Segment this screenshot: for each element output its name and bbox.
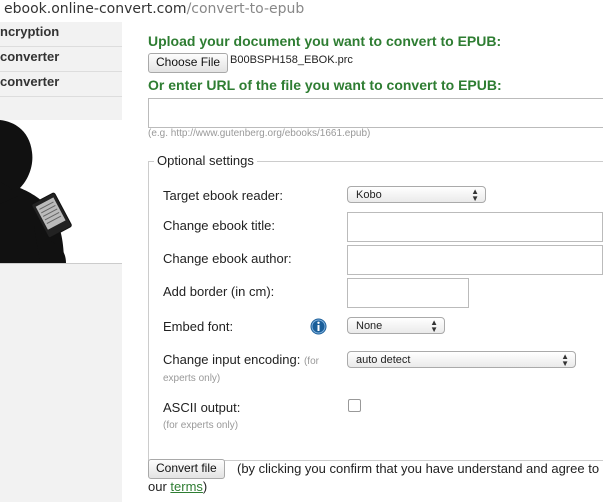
ebook-reader-illustration xyxy=(0,120,122,264)
embed-font-value: None xyxy=(356,320,383,332)
converter-form: Upload your document you want to convert… xyxy=(122,22,603,502)
encoding-select[interactable]: auto detect ▲ ▼ xyxy=(347,351,576,368)
sidebar-item-label: ncryption xyxy=(0,24,60,39)
url-heading: Or enter URL of the file you want to con… xyxy=(148,77,502,93)
confirm-text: (by clicking you confirm that you have u… xyxy=(148,460,603,496)
encoding-note-2: experts only) xyxy=(163,373,221,384)
ebook-title-input[interactable] xyxy=(347,212,603,242)
ebook-author-label: Change ebook author: xyxy=(163,251,292,266)
sidebar-item-encryption[interactable]: ncryption xyxy=(0,22,122,47)
ascii-output-label: ASCII output: xyxy=(163,400,241,415)
selected-file-name: B00BSPH158_EBOK.prc xyxy=(230,54,353,66)
target-reader-value: Kobo xyxy=(356,189,382,201)
ascii-output-checkbox[interactable] xyxy=(348,399,361,412)
embed-font-select[interactable]: None ▲ ▼ xyxy=(347,317,445,334)
sidebar-item-label: converter xyxy=(0,49,60,64)
embed-font-label: Embed font: xyxy=(163,319,234,334)
sidebar-item-converter-2[interactable]: converter xyxy=(0,72,122,97)
confirm-sentence: (by clicking you confirm that you have u… xyxy=(148,461,600,494)
sidebar-item-label: converter xyxy=(0,74,60,89)
choose-file-button[interactable]: Choose File xyxy=(148,53,229,73)
sidebar-item-converter-1[interactable]: converter xyxy=(0,47,122,72)
info-icon[interactable] xyxy=(310,318,327,335)
border-label: Add border (in cm): xyxy=(163,284,275,299)
terms-link[interactable]: terms xyxy=(170,479,203,494)
target-reader-label: Target ebook reader: xyxy=(163,188,283,203)
ebook-author-input[interactable] xyxy=(347,245,603,275)
target-reader-select[interactable]: Kobo ▲ ▼ xyxy=(347,186,486,203)
encoding-note-1: (for xyxy=(303,356,319,367)
encoding-label-text: Change input encoding: xyxy=(163,352,301,367)
select-arrows-icon: ▲ ▼ xyxy=(561,352,569,368)
address-host: ebook.online-convert.com xyxy=(4,1,187,17)
sidebar: ncryption converter converter xyxy=(0,22,122,502)
border-input[interactable] xyxy=(347,278,469,308)
address-path: /convert-to-epub xyxy=(186,1,305,17)
ebook-title-label: Change ebook title: xyxy=(163,218,276,233)
encoding-label: Change input encoding: (for xyxy=(163,352,319,367)
select-arrows-icon: ▲ ▼ xyxy=(430,318,438,334)
select-arrows-icon: ▲ ▼ xyxy=(471,187,479,203)
encoding-value: auto detect xyxy=(356,354,411,366)
optional-settings-legend: Optional settings xyxy=(154,153,257,168)
optional-settings-fieldset xyxy=(148,161,603,461)
url-hint: (e.g. http://www.gutenberg.org/ebooks/16… xyxy=(148,128,371,139)
url-input[interactable] xyxy=(148,98,603,128)
upload-heading: Upload your document you want to convert… xyxy=(148,33,502,49)
confirm-close-paren: ) xyxy=(202,479,208,494)
address-bar[interactable]: ebook.online-convert.com/convert-to-epub xyxy=(0,0,603,22)
ascii-output-note: (for experts only) xyxy=(163,420,239,431)
